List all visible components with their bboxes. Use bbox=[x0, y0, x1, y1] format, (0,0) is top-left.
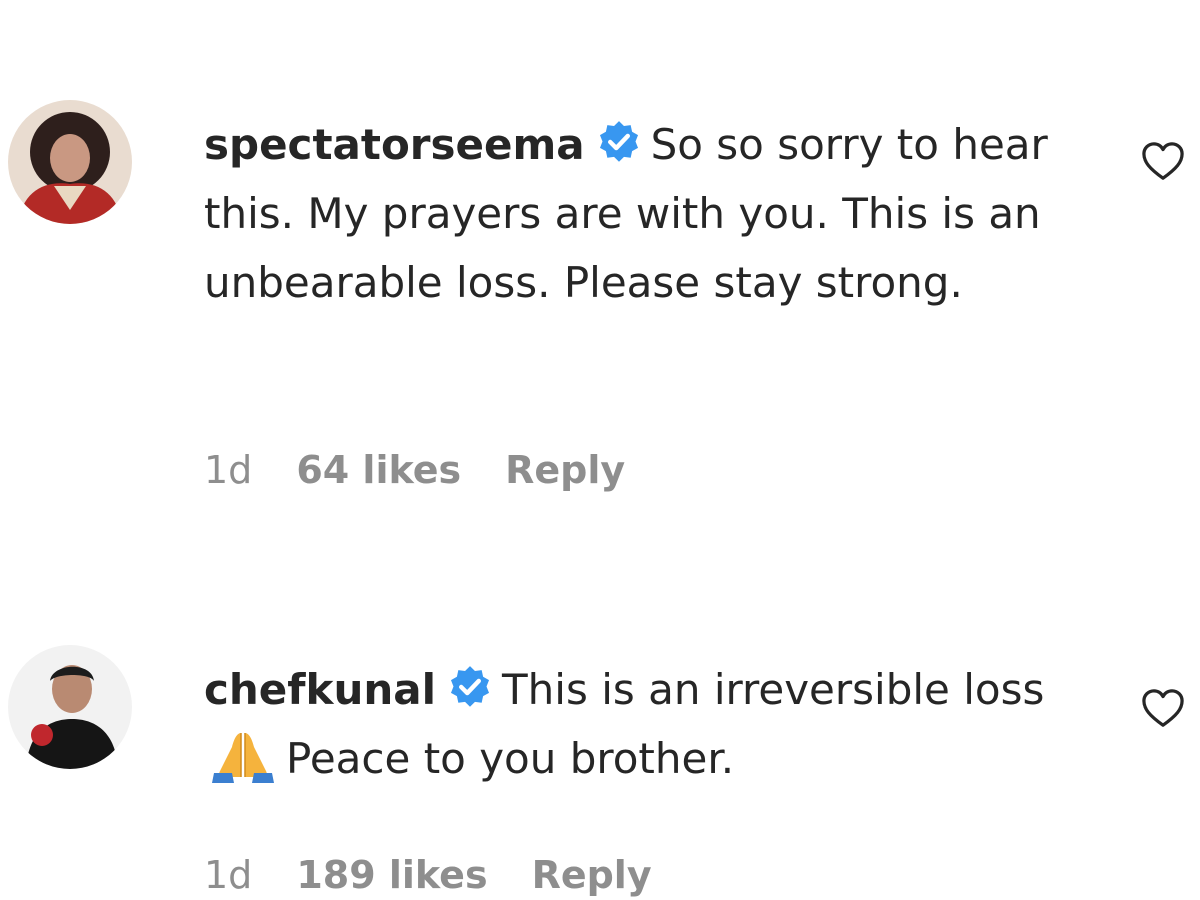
comment-body: spectatorseema So so sorry to hear this. … bbox=[204, 110, 1084, 317]
avatar[interactable] bbox=[8, 100, 132, 224]
avatar-photo bbox=[8, 645, 132, 769]
comment-item: spectatorseema So so sorry to hear this. … bbox=[0, 100, 1200, 500]
username-link[interactable]: spectatorseema bbox=[204, 120, 585, 169]
comment-meta: 1d 64 likes Reply bbox=[204, 448, 669, 492]
comment-text: Peace to you brother. bbox=[286, 734, 735, 783]
comment-time: 1d bbox=[204, 448, 253, 492]
verified-badge-icon bbox=[448, 665, 492, 709]
comment-meta: 1d 189 likes Reply bbox=[204, 853, 696, 897]
comment-time: 1d bbox=[204, 853, 253, 897]
verified-badge-icon bbox=[597, 120, 641, 164]
reply-button[interactable]: Reply bbox=[505, 448, 625, 492]
heart-outline-icon[interactable] bbox=[1140, 687, 1186, 729]
avatar[interactable] bbox=[8, 645, 132, 769]
comment-body: chefkunal This is an irreversible loss Pea… bbox=[204, 655, 1084, 793]
reply-button[interactable]: Reply bbox=[532, 853, 652, 897]
username-link[interactable]: chefkunal bbox=[204, 665, 436, 714]
heart-outline-icon[interactable] bbox=[1140, 140, 1186, 182]
likes-count[interactable]: 189 likes bbox=[296, 853, 487, 897]
folded-hands-emoji-icon bbox=[210, 729, 276, 785]
comment-text: This is an irreversible loss bbox=[502, 665, 1045, 714]
likes-count[interactable]: 64 likes bbox=[296, 448, 461, 492]
comment-item: chefkunal This is an irreversible loss Pea… bbox=[0, 645, 1200, 900]
avatar-photo bbox=[8, 100, 132, 224]
